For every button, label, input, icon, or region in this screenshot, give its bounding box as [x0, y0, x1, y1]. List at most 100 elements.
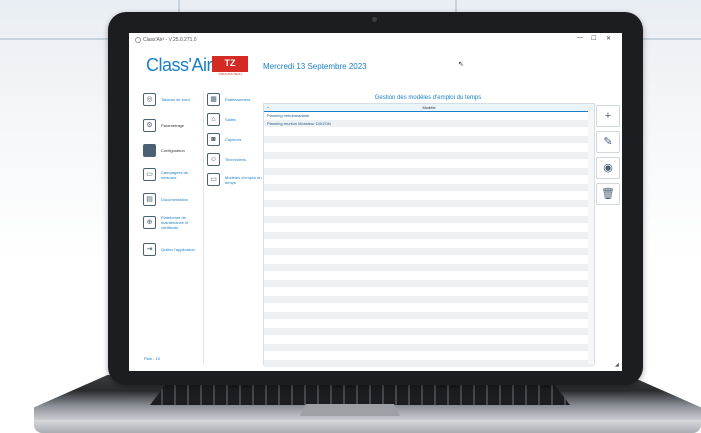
- book-icon: ▤: [143, 193, 156, 206]
- sidebar-item-label: Tableau de bord: [161, 97, 190, 102]
- templates-table: ^ Modèle Planning hebdomadaire Planning r…: [263, 103, 595, 368]
- eye-icon: ◉: [603, 162, 613, 174]
- table-row[interactable]: [264, 152, 594, 160]
- table-row[interactable]: [264, 264, 594, 272]
- delete-button[interactable]: 🗑: [596, 183, 620, 205]
- app-logo: Class'Air: [146, 55, 212, 75]
- table-row[interactable]: [264, 184, 594, 192]
- table-row[interactable]: [264, 240, 594, 248]
- table-row[interactable]: [264, 272, 594, 280]
- table-row[interactable]: [264, 144, 594, 152]
- sidebar-item-campaigns[interactable]: ▭ Campagnes de mesures: [143, 168, 201, 181]
- page-title: Gestion des modèles d'emploi du temps: [374, 95, 482, 101]
- table-row[interactable]: [264, 168, 594, 176]
- sidebar-item-label: Plateforme de maintenance et certificats: [161, 215, 189, 230]
- monitor-icon: ▭: [143, 168, 156, 181]
- webcam: [372, 17, 377, 22]
- table-row[interactable]: [264, 312, 594, 320]
- subnav-item-label: Modèles d'emploi du temps: [225, 174, 262, 185]
- sidebar-item-label: Campagnes de mesures: [161, 169, 189, 180]
- subnav-item-rooms[interactable]: ⌂ Salles: [207, 113, 265, 126]
- plan-counter: Plan : 15: [144, 356, 160, 361]
- table-row[interactable]: Planning hebdomadaire: [264, 112, 594, 120]
- table-cell-model: Planning hebdomadaire: [267, 113, 310, 118]
- sensor-icon: ◙: [207, 133, 220, 146]
- maximize-button[interactable]: ☐: [591, 35, 596, 42]
- table-row[interactable]: [264, 192, 594, 200]
- table-header[interactable]: ^ Modèle: [264, 104, 594, 112]
- globe-icon: ⊕: [143, 216, 156, 229]
- house-icon: ⌂: [207, 113, 220, 126]
- current-date: Mercredi 13 Septembre 2023: [263, 62, 367, 71]
- table-row[interactable]: [264, 360, 594, 368]
- table-row[interactable]: [264, 160, 594, 168]
- table-row[interactable]: [264, 136, 594, 144]
- brand-tagline: STRAUSS TECH: [218, 72, 242, 76]
- table-body: Planning hebdomadaire Planning reunion Mo…: [264, 112, 594, 371]
- table-row[interactable]: Planning reunion Monsieur DIXZON: [264, 120, 594, 128]
- laptop-keyboard: [150, 383, 570, 405]
- sidebar-item-label: Paramétrage: [161, 123, 185, 128]
- table-row[interactable]: [264, 296, 594, 304]
- view-button[interactable]: ◉: [596, 157, 620, 179]
- mouse-cursor-icon: ⇖: [458, 61, 464, 68]
- laptop-lid: Class'Air² - V.25.0.271.0 — ☐ ✕ Class'Ai…: [108, 12, 643, 385]
- subnav-item-label: Établissement: [225, 97, 251, 102]
- table-row[interactable]: [264, 288, 594, 296]
- edit-button[interactable]: ✎: [596, 131, 620, 153]
- trash-icon: 🗑: [601, 188, 615, 200]
- minimize-button[interactable]: —: [577, 35, 583, 41]
- table-row[interactable]: [264, 208, 594, 216]
- sidebar-item-label: Documentation: [161, 197, 188, 202]
- table-cell-model: Planning reunion Monsieur DIXZON: [267, 121, 331, 126]
- laptop-front-edge: [34, 420, 701, 433]
- sidebar-item-configuration[interactable]: Configuration: [143, 144, 201, 157]
- table-row[interactable]: [264, 232, 594, 240]
- sidebar-item-quit[interactable]: ⇥ Quitter l'application: [143, 243, 201, 256]
- table-row[interactable]: [264, 368, 594, 371]
- table-row[interactable]: [264, 216, 594, 224]
- laptop-touchpad: [300, 404, 400, 416]
- calendar-icon: ▭: [207, 173, 220, 186]
- sidebar-item-documentation[interactable]: ▤ Documentation: [143, 193, 201, 206]
- resize-grip-icon[interactable]: ◢: [615, 362, 619, 368]
- sidebar-divider: [203, 91, 204, 365]
- table-row[interactable]: [264, 128, 594, 136]
- sidebar-item-maintenance[interactable]: ⊕ Plateforme de maintenance et certifica…: [143, 215, 201, 230]
- table-row[interactable]: [264, 328, 594, 336]
- technician-icon: ☺: [207, 153, 220, 166]
- window-title: Class'Air² - V.25.0.271.0: [143, 37, 197, 43]
- table-row[interactable]: [264, 336, 594, 344]
- table-row[interactable]: [264, 248, 594, 256]
- table-row[interactable]: [264, 344, 594, 352]
- add-button[interactable]: +: [596, 105, 620, 127]
- table-row[interactable]: [264, 352, 594, 360]
- table-row[interactable]: [264, 320, 594, 328]
- close-button[interactable]: ✕: [606, 35, 611, 42]
- table-row[interactable]: [264, 224, 594, 232]
- sort-icon: ^: [267, 105, 269, 110]
- column-header-model: Modèle: [422, 105, 436, 110]
- subnav-item-technicians[interactable]: ☺ Techniciens: [207, 153, 265, 166]
- sidebar-item-label: Quitter l'application: [161, 247, 195, 252]
- gauge-icon: ◎: [143, 93, 156, 106]
- app-window: Class'Air² - V.25.0.271.0 — ☐ ✕ Class'Ai…: [129, 33, 622, 371]
- plus-icon: +: [604, 110, 612, 122]
- buildings-icon: [143, 144, 156, 157]
- table-row[interactable]: [264, 200, 594, 208]
- title-bar: Class'Air² - V.25.0.271.0 — ☐ ✕: [129, 33, 622, 45]
- building-icon: ▦: [207, 93, 220, 106]
- sidebar-item-settings[interactable]: ⚙ Paramétrage: [143, 119, 201, 132]
- subnav-item-schedule-templates[interactable]: ▭ Modèles d'emploi du temps: [207, 173, 265, 186]
- exit-icon: ⇥: [143, 243, 156, 256]
- subnav-item-establishment[interactable]: ▦ Établissement: [207, 93, 265, 106]
- table-row[interactable]: [264, 176, 594, 184]
- sidebar-item-dashboard[interactable]: ◎ Tableau de bord: [143, 93, 201, 106]
- vertical-scrollbar[interactable]: [588, 111, 594, 364]
- brand-logo: TZ: [212, 56, 248, 72]
- table-row[interactable]: [264, 280, 594, 288]
- table-row[interactable]: [264, 256, 594, 264]
- subnav-item-sensors[interactable]: ◙ Capteurs: [207, 133, 265, 146]
- table-row[interactable]: [264, 304, 594, 312]
- subnav-item-label: Techniciens: [225, 157, 246, 162]
